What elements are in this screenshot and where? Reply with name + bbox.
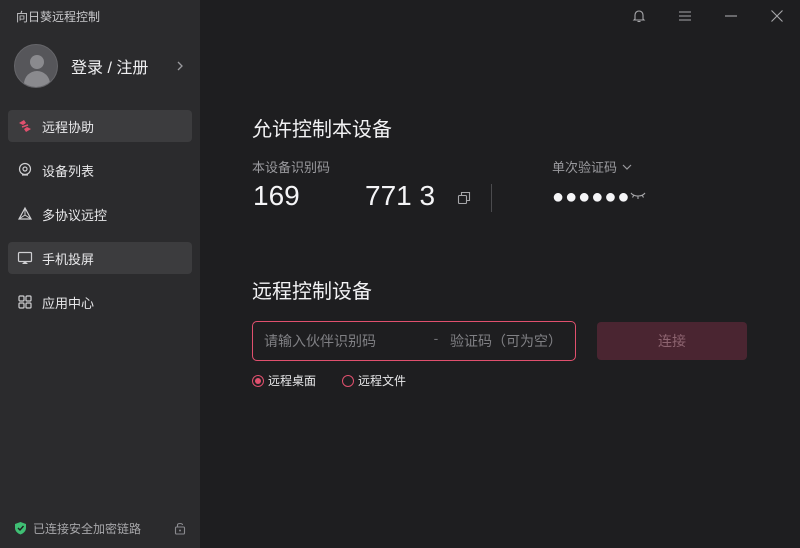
login-register-button[interactable]: 登录 / 注册 bbox=[14, 44, 190, 88]
window-controls bbox=[616, 0, 800, 32]
device-code-part1: 169 bbox=[253, 180, 300, 211]
sidebar-item-remote-assist[interactable]: 远程协助 bbox=[8, 110, 192, 142]
verification-code-masked: ●●●●●● bbox=[552, 186, 631, 208]
sidebar-item-app-center[interactable]: 应用中心 bbox=[8, 286, 192, 318]
sidebar-item-label: 设备列表 bbox=[42, 163, 95, 179]
verification-label: 单次验证码 bbox=[552, 160, 618, 175]
radio-label: 远程文件 bbox=[358, 374, 407, 388]
chevron-down-icon bbox=[622, 164, 632, 170]
verification-code-input[interactable] bbox=[450, 333, 570, 349]
login-register-label: 登录 / 注册 bbox=[71, 60, 149, 77]
multi-protocol-icon bbox=[17, 206, 33, 220]
connection-status: 已连接安全加密链路 bbox=[14, 520, 186, 536]
remote-control-title: 远程控制设备 bbox=[252, 281, 372, 303]
radio-label: 远程桌面 bbox=[268, 374, 317, 388]
hamburger-menu-icon bbox=[679, 11, 691, 21]
close-icon bbox=[771, 10, 783, 22]
app-center-icon bbox=[18, 295, 32, 309]
divider bbox=[491, 184, 492, 212]
minimize-button[interactable] bbox=[708, 0, 754, 32]
radio-unchecked-icon bbox=[342, 374, 355, 387]
shield-check-icon bbox=[15, 522, 26, 535]
radio-checked-icon bbox=[252, 374, 264, 387]
notification-button[interactable] bbox=[616, 0, 662, 32]
radio-remote-desktop[interactable]: 远程桌面 bbox=[252, 372, 316, 389]
sidebar-item-label: 远程协助 bbox=[42, 119, 95, 135]
copy-icon[interactable] bbox=[456, 190, 472, 206]
sidebar-nav: 远程协助 设备列表 多协议远控 手机投屏 应用中心 bbox=[8, 110, 192, 330]
bell-icon bbox=[632, 10, 646, 23]
avatar bbox=[14, 44, 58, 88]
sidebar-item-label: 应用中心 bbox=[42, 295, 95, 311]
remote-assist-icon bbox=[19, 120, 31, 132]
close-button[interactable] bbox=[754, 0, 800, 32]
radio-remote-file[interactable]: 远程文件 bbox=[342, 372, 406, 389]
lock-icon[interactable] bbox=[174, 521, 186, 535]
verification-type-dropdown[interactable]: 单次验证码 bbox=[552, 157, 633, 176]
main-panel: 允许控制本设备 本设备识别码 169 771 3 单次验证码 ●●●●●● 远程… bbox=[200, 0, 800, 548]
screen-mirror-icon bbox=[17, 251, 33, 264]
minimize-icon bbox=[725, 15, 737, 17]
partner-input-group: - bbox=[252, 321, 576, 361]
sidebar-item-screen-mirror[interactable]: 手机投屏 bbox=[8, 242, 192, 274]
sidebar-item-multi-protocol[interactable]: 多协议远控 bbox=[8, 198, 192, 230]
connection-mode-group: 远程桌面 远程文件 bbox=[252, 372, 432, 389]
input-separator: - bbox=[433, 330, 439, 346]
connection-status-text: 已连接安全加密链路 bbox=[33, 521, 142, 536]
chevron-right-icon bbox=[177, 61, 183, 71]
sidebar-item-device-list[interactable]: 设备列表 bbox=[8, 154, 192, 186]
allow-control-title: 允许控制本设备 bbox=[252, 119, 392, 141]
sidebar-item-label: 手机投屏 bbox=[42, 251, 95, 267]
menu-button[interactable] bbox=[662, 0, 708, 32]
sidebar: 向日葵远程控制 登录 / 注册 远程协助 设备列表 多协议远控 手机投屏 应用中… bbox=[0, 0, 200, 548]
device-code: 169 771 3 bbox=[253, 180, 435, 212]
app-title: 向日葵远程控制 bbox=[16, 10, 101, 24]
device-code-part2: 771 3 bbox=[365, 180, 436, 211]
eye-closed-icon[interactable] bbox=[630, 190, 646, 202]
device-code-label: 本设备识别码 bbox=[252, 160, 331, 175]
sidebar-item-label: 多协议远控 bbox=[42, 207, 108, 223]
connect-button[interactable]: 连接 bbox=[597, 322, 747, 360]
device-list-icon bbox=[18, 162, 32, 176]
partner-id-input[interactable] bbox=[264, 333, 424, 349]
